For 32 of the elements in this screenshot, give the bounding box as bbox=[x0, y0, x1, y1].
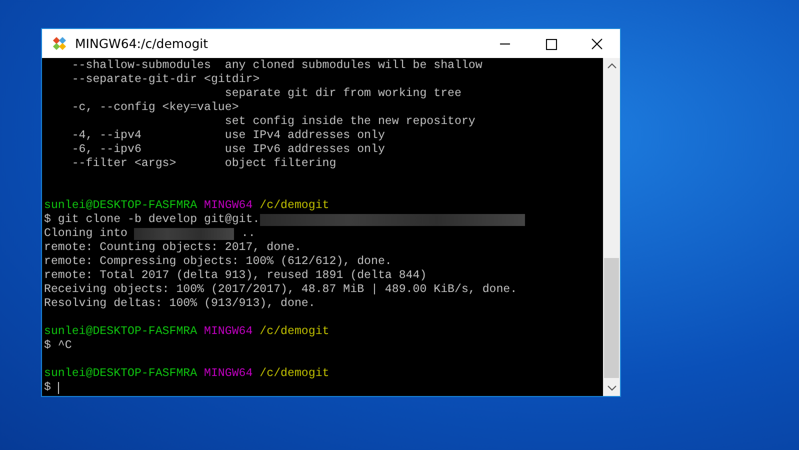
prompt-path: /c/demogit bbox=[260, 367, 330, 381]
terminal-line: remote: Total 2017 (delta 913), reused 1891 (delta 844) bbox=[44, 269, 427, 283]
prompt-user: sunlei@DESKTOP-FASFMRA bbox=[44, 325, 198, 339]
prompt-path: /c/demogit bbox=[260, 199, 330, 213]
prompt-host: MINGW64 bbox=[204, 367, 253, 381]
terminal-line: Cloning into bbox=[44, 227, 128, 241]
terminal-line: set config inside the new repository bbox=[224, 115, 476, 129]
text-cursor bbox=[58, 382, 59, 394]
terminal-line: $ git clone -b develop git@git. bbox=[44, 213, 260, 227]
window-title: MINGW64:/c/demogit bbox=[75, 36, 210, 51]
terminal-line: $ ^C bbox=[44, 339, 72, 353]
diamond-logo-icon bbox=[51, 34, 69, 52]
prompt-host: MINGW64 bbox=[204, 325, 253, 339]
terminal-line: $ bbox=[44, 381, 51, 395]
terminal-line: -6, --ipv6 use IPv6 addresses only bbox=[70, 143, 385, 157]
terminal-line: Receiving objects: 100% (2017/2017), 48.87 MiB | 489.00 KiB/s, done. bbox=[44, 283, 518, 297]
terminal-line: Resolving deltas: 100% (913/913), done. bbox=[44, 297, 316, 311]
terminal-line: --separate-git-dir <gitdir> bbox=[70, 73, 260, 87]
prompt-user: sunlei@DESKTOP-FASFMRA bbox=[44, 199, 198, 213]
prompt-user: sunlei@DESKTOP-FASFMRA bbox=[44, 367, 198, 381]
scrollbar[interactable] bbox=[603, 58, 620, 396]
scrollbar-thumb[interactable] bbox=[604, 258, 619, 378]
terminal-line: -4, --ipv4 use IPv4 addresses only bbox=[70, 129, 385, 143]
terminal-line: remote: Compressing objects: 100% (612/612), done. bbox=[44, 255, 392, 269]
prompt-path: /c/demogit bbox=[260, 325, 330, 339]
terminal-line: -c, --config <key=value> bbox=[70, 101, 239, 115]
terminal-line: remote: Counting objects: 2017, done. bbox=[44, 241, 302, 255]
prompt-host: MINGW64 bbox=[204, 199, 253, 213]
terminal-line: .. bbox=[240, 227, 256, 241]
terminal-line: --shallow-submodules any cloned submodules will be shallow bbox=[70, 59, 482, 73]
terminal-line: separate git dir from working tree bbox=[224, 87, 462, 101]
terminal-line: --filter <args> object filtering bbox=[70, 157, 336, 171]
